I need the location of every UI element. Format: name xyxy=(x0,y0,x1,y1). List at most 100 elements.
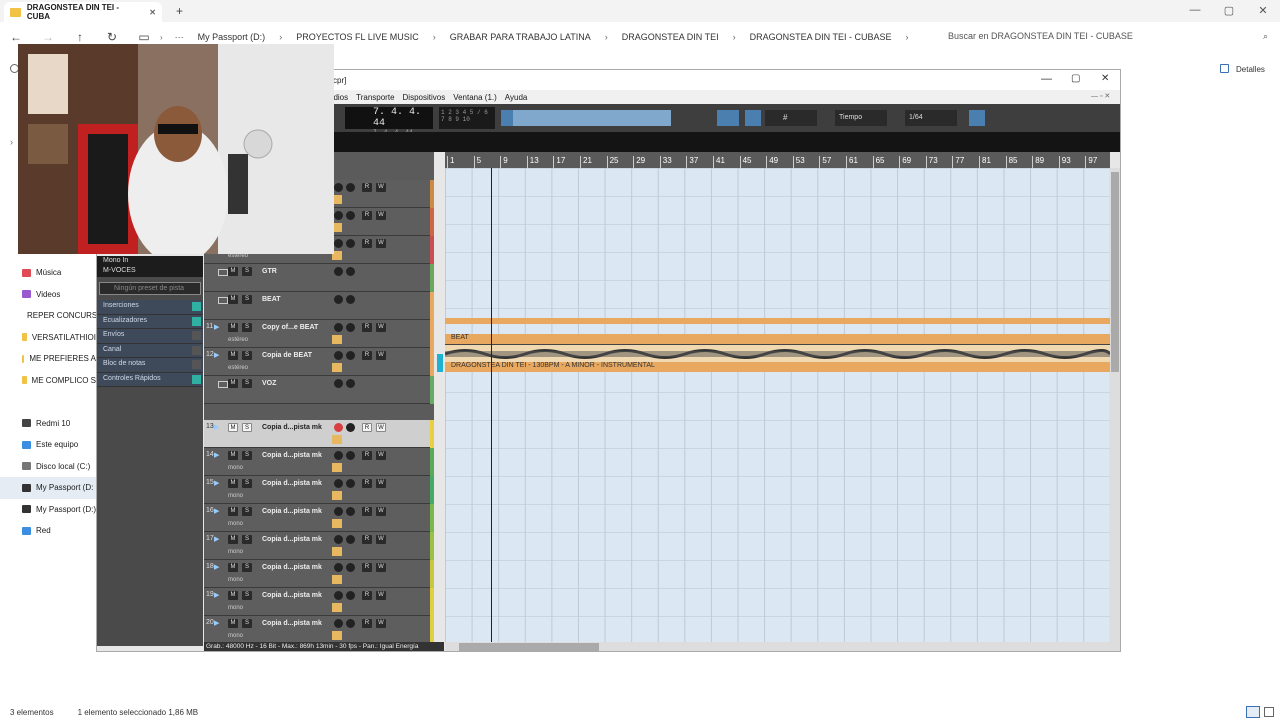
solo-button[interactable]: S xyxy=(242,535,252,544)
audio-track[interactable]: 17 ▶ M S Copia d...pista mk mono R W xyxy=(204,532,434,560)
monitor-icon[interactable] xyxy=(346,563,355,572)
read-button[interactable]: R xyxy=(362,183,372,192)
audio-event-waveform[interactable] xyxy=(444,344,1112,362)
event-beat[interactable]: BEAT xyxy=(445,334,1110,344)
menu-item[interactable]: Ventana (1.) xyxy=(453,93,497,102)
monitor-icon[interactable] xyxy=(346,351,355,360)
comp-tool-icon[interactable] xyxy=(579,110,591,126)
expand-icon[interactable]: ▶ xyxy=(214,479,219,487)
folder-track[interactable]: M S BEAT xyxy=(204,292,434,320)
folder-icon[interactable] xyxy=(218,381,228,388)
refresh-icon[interactable]: ↻ xyxy=(96,30,128,44)
read-button[interactable]: R xyxy=(362,619,372,628)
erase-tool-icon[interactable] xyxy=(553,110,565,126)
mute-button[interactable]: M xyxy=(228,479,238,488)
nav-item[interactable]: VERSATILATHIOI xyxy=(0,327,96,349)
solo-button[interactable]: S xyxy=(242,267,252,276)
grid-select[interactable]: # xyxy=(765,110,817,126)
monitor-icon[interactable] xyxy=(346,323,355,332)
folder-icon[interactable] xyxy=(218,297,228,304)
edit-icon[interactable] xyxy=(332,631,342,640)
output-routing[interactable]: M-VOCES xyxy=(97,266,203,277)
monitor-icon[interactable] xyxy=(346,211,355,220)
menu-item[interactable]: Transporte xyxy=(356,93,394,102)
audio-track[interactable]: 18 ▶ M S Copia d...pista mk mono R W xyxy=(204,560,434,588)
close-icon[interactable]: ✕ xyxy=(149,8,156,17)
expand-icon[interactable]: ▶ xyxy=(214,591,219,599)
solo-button[interactable]: S xyxy=(242,563,252,572)
nav-item[interactable]: Redmi 10 xyxy=(0,413,96,435)
inspector-section[interactable]: Bloc de notas xyxy=(97,358,203,373)
monitor-icon[interactable] xyxy=(334,451,343,460)
read-button[interactable]: R xyxy=(362,239,372,248)
nav-item[interactable]: My Passport (D:) xyxy=(0,499,96,521)
expand-icon[interactable]: ▶ xyxy=(214,451,219,459)
write-button[interactable]: W xyxy=(376,351,386,360)
maximize-icon[interactable]: ▢ xyxy=(1071,73,1080,84)
audio-track[interactable]: 14 ▶ M S Copia d...pista mk mono R W xyxy=(204,448,434,476)
playhead[interactable] xyxy=(491,168,492,642)
scroll-thumb[interactable] xyxy=(1111,172,1119,372)
monitor-icon[interactable] xyxy=(334,563,343,572)
mute-button[interactable]: M xyxy=(228,591,238,600)
monitor-icon[interactable] xyxy=(346,591,355,600)
solo-button[interactable]: S xyxy=(242,451,252,460)
expand-icon[interactable]: ▶ xyxy=(214,535,219,543)
event-instrumental[interactable]: DRAGONSTEA DIN TEI - 130BPM - A MINOR - … xyxy=(445,362,1110,372)
write-button[interactable]: W xyxy=(376,239,386,248)
expand-icon[interactable]: ▶ xyxy=(214,507,219,515)
project-area[interactable] xyxy=(445,168,1110,642)
audio-track[interactable]: 19 ▶ M S Copia d...pista mk mono R W xyxy=(204,588,434,616)
marker-grid[interactable]: 1 2 3 4 5 / 6 7 8 9 10 xyxy=(439,107,495,129)
edit-icon[interactable] xyxy=(332,435,342,444)
inspector-section[interactable]: Inserciones xyxy=(97,300,203,315)
write-button[interactable]: W xyxy=(376,591,386,600)
close-icon[interactable]: ✕ xyxy=(1246,0,1280,20)
expand-icon[interactable]: ▶ xyxy=(214,619,219,627)
snap-toggle-icon[interactable] xyxy=(717,110,739,126)
list-view-icon[interactable] xyxy=(1246,706,1260,718)
range-tool-icon[interactable] xyxy=(514,110,526,126)
monitor-icon[interactable] xyxy=(334,183,343,192)
window-mini-controls[interactable]: — ▫ ✕ xyxy=(1091,92,1110,100)
nav-item[interactable]: ME COMPLICO S xyxy=(0,370,96,392)
inspector-section[interactable]: Envíos xyxy=(97,329,203,344)
section-toggle-icon[interactable] xyxy=(192,316,201,326)
write-button[interactable]: W xyxy=(376,323,386,332)
edit-icon[interactable] xyxy=(332,575,342,584)
nav-item[interactable] xyxy=(0,391,96,413)
forward-icon[interactable]: → xyxy=(32,30,64,44)
tiles-view-icon[interactable] xyxy=(1264,707,1274,717)
mute-tool-icon[interactable] xyxy=(592,110,604,126)
solo-button[interactable]: S xyxy=(242,507,252,516)
folder-track[interactable]: M S GTR xyxy=(204,264,434,292)
write-button[interactable]: W xyxy=(376,451,386,460)
monitor-icon[interactable] xyxy=(346,239,355,248)
mute-button[interactable]: M xyxy=(228,351,238,360)
nav-item[interactable]: Red xyxy=(0,520,96,542)
read-button[interactable]: R xyxy=(362,479,372,488)
section-toggle-icon[interactable] xyxy=(192,374,201,384)
breadcrumb-item[interactable]: DRAGONSTEA DIN TEI xyxy=(622,32,719,42)
draw-tool-icon[interactable] xyxy=(618,110,630,126)
write-button[interactable]: W xyxy=(376,479,386,488)
zoom-tool-icon[interactable] xyxy=(566,110,578,126)
audio-track[interactable]: 15 ▶ M S Copia d...pista mk mono R W xyxy=(204,476,434,504)
solo-button[interactable]: S xyxy=(242,351,252,360)
preset-input[interactable]: Ningún preset de pista xyxy=(99,282,201,295)
horizontal-scrollbar[interactable] xyxy=(445,642,1120,651)
play-tool-icon[interactable] xyxy=(644,110,656,126)
solo-button[interactable]: S xyxy=(242,619,252,628)
monitor-icon[interactable] xyxy=(334,267,343,276)
write-button[interactable]: W xyxy=(376,423,386,432)
expand-icon[interactable]: ▶ xyxy=(214,323,219,331)
mute-button[interactable]: M xyxy=(228,295,238,304)
record-enable-icon[interactable] xyxy=(334,423,343,432)
read-button[interactable]: R xyxy=(362,591,372,600)
breadcrumb-item[interactable]: PROYECTOS FL LIVE MUSIC xyxy=(296,32,419,42)
nav-item[interactable]: Música xyxy=(0,262,96,284)
section-toggle-icon[interactable] xyxy=(192,331,201,340)
write-button[interactable]: W xyxy=(376,507,386,516)
monitor-icon[interactable] xyxy=(346,535,355,544)
quantize-select[interactable]: 1/64 xyxy=(905,110,957,126)
